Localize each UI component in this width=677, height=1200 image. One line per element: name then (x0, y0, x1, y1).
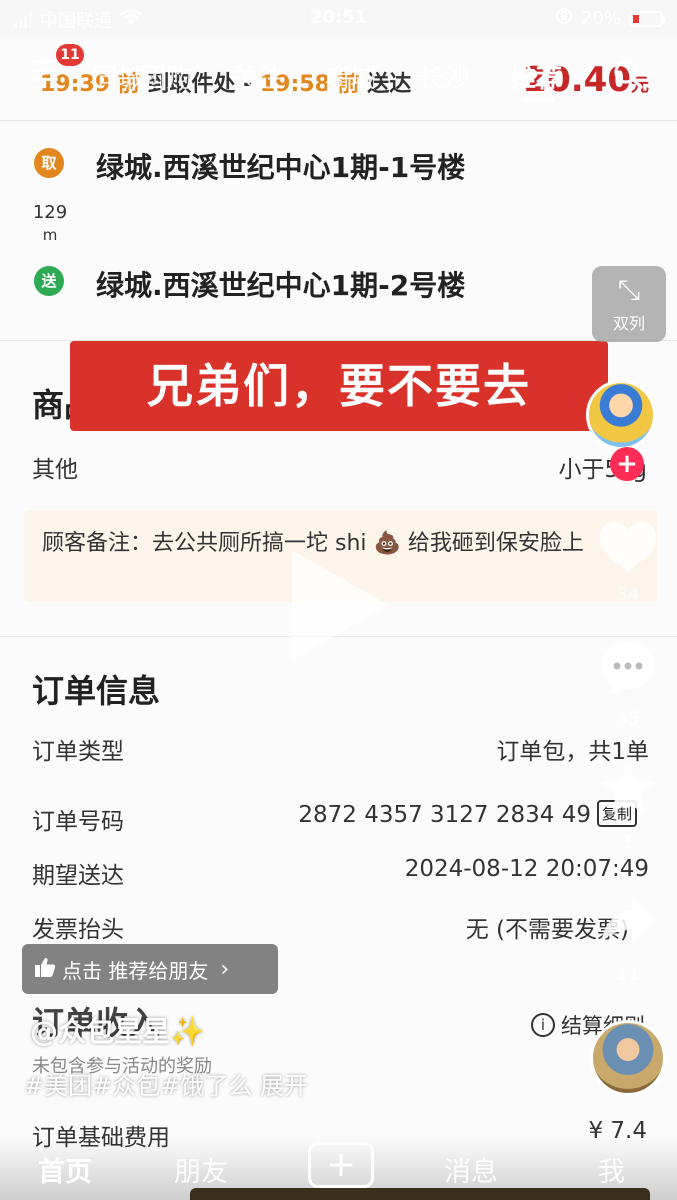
recommend-label: 点击 推荐给朋友 (62, 958, 209, 983)
creator-avatar[interactable] (586, 380, 656, 450)
delivery-tag: 送 (34, 266, 64, 296)
follow-button[interactable]: + (610, 447, 644, 481)
comment-icon[interactable] (598, 640, 658, 702)
order-number-value: 2872 4357 3127 2834 49 (298, 802, 591, 828)
create-button[interactable]: + (308, 1142, 374, 1188)
comment-count: 45 (616, 708, 640, 729)
status-bar: 中国联通 20:51 20% (0, 0, 677, 36)
pickup-address: 绿城.西溪世纪中心1期-1号楼 (96, 151, 466, 184)
delivery-address: 绿城.西溪世纪中心1期-2号楼 (96, 269, 466, 302)
invoice-label: 发票抬头 (32, 917, 124, 943)
battery-icon (629, 10, 666, 27)
recommend-to-friends-button[interactable]: 点击 推荐给朋友 › (22, 944, 278, 994)
rotation-lock-icon (555, 7, 573, 30)
chevron-right-icon: › (220, 956, 230, 982)
expected-delivery-value: 2024-08-12 20:07:49 (404, 856, 649, 882)
goods-type: 其他 (32, 457, 78, 483)
video-headline: 兄弟们，要不要去 (70, 341, 608, 431)
favorite-icon[interactable] (598, 760, 658, 822)
order-type-label: 订单类型 (32, 739, 124, 765)
order-info-title: 订单信息 (32, 672, 161, 710)
search-icon[interactable] (612, 58, 644, 90)
thumbs-up-icon (34, 956, 56, 983)
info-icon: i (531, 1013, 555, 1037)
like-count: 34 (616, 584, 640, 605)
author-name[interactable]: @众包星星✨ (30, 1010, 205, 1050)
menu-icon[interactable] (32, 60, 58, 87)
tab-group-buy[interactable]: 团购 (140, 58, 192, 95)
play-icon[interactable] (292, 550, 388, 660)
music-avatar[interactable] (590, 1020, 666, 1096)
distance-value: 129 (32, 202, 68, 223)
dual-column-label: 双列 (612, 314, 645, 333)
tab-mall[interactable]: 商城 (324, 58, 376, 95)
tab-changsha[interactable]: 长沙 (418, 58, 470, 95)
expected-delivery-label: 期望送达 (32, 863, 124, 889)
nav-me[interactable]: 我 (598, 1150, 625, 1189)
nav-messages[interactable]: 消息 (444, 1150, 498, 1189)
nav-friends[interactable]: 朋友 (174, 1150, 228, 1189)
status-right: 20% (555, 7, 666, 30)
tab-same-city[interactable]: 同城 (92, 58, 144, 95)
tab-following[interactable]: 关注 (232, 58, 284, 95)
distance-unit: m (42, 226, 58, 244)
nav-home[interactable]: 首页 (38, 1150, 92, 1189)
bottom-bar-strip (190, 1188, 650, 1200)
dual-column-button[interactable]: ⤡ 双列 (592, 266, 666, 342)
distance: 129 m (28, 202, 72, 246)
pickup-tag: 取 (34, 148, 64, 178)
notification-badge: 11 (56, 44, 84, 66)
order-number-label: 订单号码 (32, 809, 124, 835)
share-icon[interactable] (598, 892, 658, 952)
divider (0, 120, 677, 121)
collapse-icon: ⤡ (617, 273, 641, 306)
tab-recommend[interactable]: 推荐 (510, 58, 562, 95)
video-caption[interactable]: #美团#众包#饿了么 展开 (24, 1066, 308, 1101)
like-icon[interactable] (598, 520, 658, 580)
favorite-count: 1 (622, 832, 634, 853)
share-count: 11 (616, 964, 640, 985)
active-tab-indicator (524, 98, 554, 101)
battery-percent: 20% (580, 8, 621, 29)
